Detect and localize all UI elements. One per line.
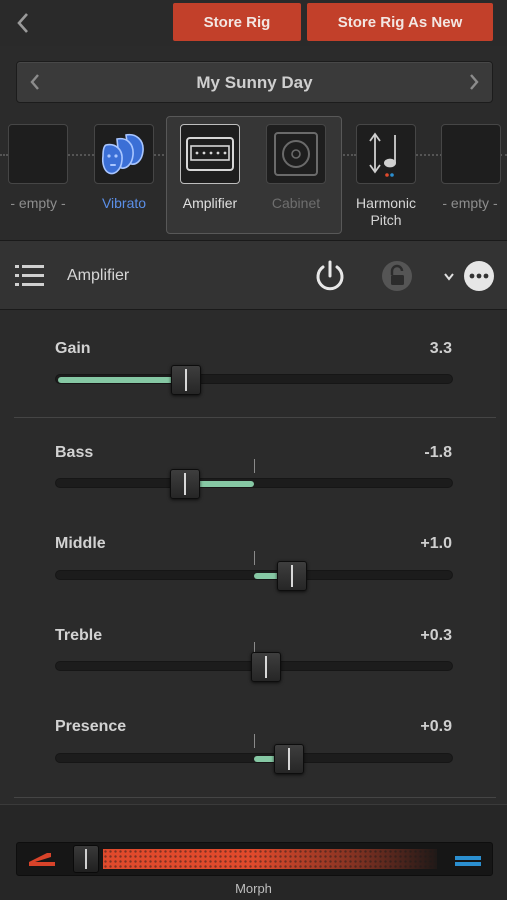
morph-slider-handle[interactable] [73, 845, 99, 873]
presence-slider-handle[interactable] [274, 744, 304, 774]
parameter-panel: Gain 3.3 Bass -1.8 Middle +1.0 Treble +0… [0, 311, 507, 801]
chain-connector [0, 154, 8, 156]
chain-slot-harmonic-pitch[interactable] [356, 124, 416, 184]
next-rig-button[interactable] [462, 70, 486, 94]
chain-slot-label: Vibrato [101, 195, 147, 211]
chain-slot-amplifier[interactable] [180, 124, 240, 184]
chevron-down-icon [444, 273, 454, 281]
signal-chain: - empty - Vibrato Amplifier Cabinet Harm… [0, 112, 507, 240]
gain-slider-fill [58, 377, 186, 383]
chain-connector [340, 154, 356, 156]
treble-label: Treble [55, 627, 103, 644]
pedal-left-icon [27, 850, 57, 868]
presence-center-tick [254, 734, 255, 748]
bass-slider-track[interactable] [55, 478, 453, 488]
presence-value: +0.9 [420, 718, 452, 735]
treble-slider-handle[interactable] [251, 652, 281, 682]
lock-button[interactable] [380, 259, 414, 293]
chain-connector [68, 154, 94, 156]
power-button[interactable] [313, 259, 347, 293]
middle-label: Middle [55, 535, 106, 552]
prev-rig-button[interactable] [23, 70, 47, 94]
chain-slot-empty-2[interactable] [441, 124, 501, 184]
presence-label: Presence [55, 718, 127, 735]
module-header: Amplifier [0, 240, 507, 310]
gain-value: 3.3 [429, 340, 452, 357]
more-dots-icon [464, 261, 494, 291]
bass-value: -1.8 [424, 444, 452, 461]
chevron-left-icon [30, 74, 39, 90]
pitch-note-icon [369, 132, 396, 177]
section-divider [14, 417, 496, 418]
list-menu-icon [15, 265, 44, 286]
back-button[interactable] [12, 10, 34, 36]
morph-slider-track[interactable] [16, 842, 493, 876]
more-options-button[interactable] [462, 259, 496, 293]
section-divider [14, 797, 496, 798]
lock-icon [382, 261, 412, 291]
gain-label: Gain [55, 340, 91, 357]
chain-slot-label: Amplifier [182, 195, 238, 211]
bass-label: Bass [55, 444, 94, 461]
rig-name[interactable]: My Sunny Day [77, 62, 432, 104]
module-menu-button[interactable] [14, 263, 46, 289]
chain-connector [500, 154, 507, 156]
morph-label: Morph [235, 881, 272, 896]
module-title: Amplifier [67, 267, 130, 284]
power-icon [316, 260, 344, 291]
chain-slot-label: - empty - [442, 195, 498, 211]
bass-center-tick [254, 459, 255, 473]
chain-slot-empty-1[interactable] [8, 124, 68, 184]
chain-slot-label: Cabinet [271, 195, 321, 211]
rig-selector: My Sunny Day [16, 61, 493, 103]
chain-slot-vibrato[interactable] [94, 124, 154, 184]
store-rig-as-new-button[interactable]: Store Rig As New [307, 3, 493, 41]
morph-fill-texture [103, 849, 437, 869]
bass-slider-handle[interactable] [170, 469, 200, 499]
middle-center-tick [254, 551, 255, 565]
vibrato-faces-icon [101, 133, 144, 175]
chevron-left-icon [17, 13, 28, 33]
gain-slider-handle[interactable] [171, 365, 201, 395]
morph-section: Morph [0, 804, 507, 900]
middle-value: +1.0 [420, 535, 452, 552]
chain-slot-cabinet[interactable] [266, 124, 326, 184]
pedal-right-icon [453, 850, 483, 868]
treble-value: +0.3 [420, 627, 452, 644]
top-bar: Store Rig Store Rig As New [0, 0, 507, 46]
store-rig-button[interactable]: Store Rig [173, 3, 301, 41]
chain-connector [416, 154, 442, 156]
middle-slider-handle[interactable] [277, 561, 307, 591]
cabinet-speaker-icon [274, 132, 318, 176]
amplifier-icon [186, 137, 234, 171]
module-dropdown-button[interactable] [443, 269, 455, 283]
chevron-right-icon [470, 74, 479, 90]
